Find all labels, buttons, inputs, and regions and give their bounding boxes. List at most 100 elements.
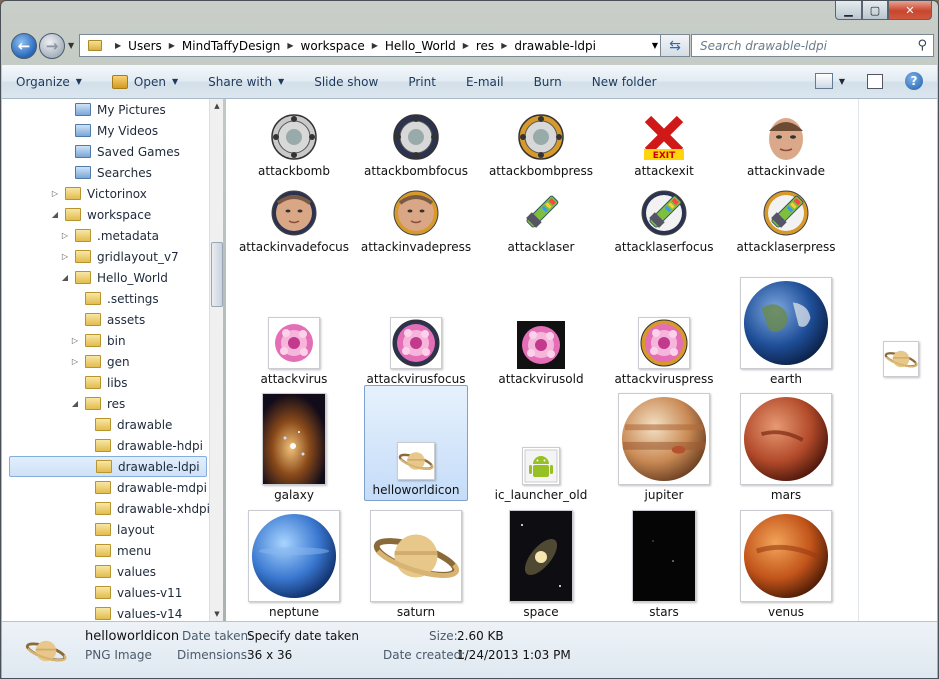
tree-item[interactable]: drawable-hdpi <box>80 435 203 456</box>
view-options-icon[interactable] <box>814 73 833 89</box>
tree-item[interactable]: My Videos <box>60 120 158 141</box>
date-taken-value[interactable]: Specify date taken <box>247 629 359 643</box>
recent-pages-dropdown[interactable]: ▼ <box>68 41 74 50</box>
collapsed-arrow-icon[interactable]: ▷ <box>50 189 60 198</box>
tree-item[interactable]: ▷ Victorinox <box>50 183 147 204</box>
date-created-label: Date created: <box>383 648 466 662</box>
tree-item[interactable]: drawable-mdpi <box>80 477 207 498</box>
breadcrumb-user[interactable]: MindTaffyDesign ▶ <box>182 39 301 53</box>
address-bar[interactable]: ▶ Users ▶ MindTaffyDesign ▶ workspace ▶ Hel… <box>79 34 665 57</box>
file-item[interactable]: attackvirus <box>244 273 344 386</box>
tree-item[interactable]: layout <box>80 519 154 540</box>
command-bar: Organize ▼ Open ▼ Share with ▼ Slide show P… <box>2 65 937 99</box>
tree-item[interactable]: drawable-xhdpi <box>80 498 209 519</box>
collapsed-arrow-icon[interactable]: ▷ <box>60 231 70 240</box>
tree-item[interactable]: ▷ bin <box>70 330 126 351</box>
file-item[interactable]: earth <box>736 273 836 386</box>
open-menu[interactable]: Open ▼ <box>111 74 178 89</box>
breadcrumb-sep-root[interactable]: ▶ <box>108 41 128 50</box>
file-item[interactable]: attackinvadepress <box>361 181 471 254</box>
scroll-up-icon[interactable]: ▲ <box>210 99 224 113</box>
search-icon[interactable]: ⚲ <box>917 38 927 53</box>
file-item[interactable]: attackinvadefocus <box>239 181 349 254</box>
file-item[interactable]: ic_launcher_old <box>491 389 591 502</box>
breadcrumb-drawable-ldpi[interactable]: drawable-ldpi <box>514 39 596 53</box>
maximize-button[interactable]: ▢ <box>862 1 888 20</box>
email-button[interactable]: E-mail <box>466 75 504 89</box>
scroll-down-icon[interactable]: ▼ <box>210 607 224 621</box>
expanded-arrow-icon[interactable]: ◢ <box>60 273 70 282</box>
tree-item[interactable]: Searches <box>60 162 152 183</box>
collapsed-arrow-icon[interactable]: ▷ <box>70 357 80 366</box>
tree-item[interactable]: ◢ workspace <box>50 204 151 225</box>
view-options-dropdown[interactable]: ▼ <box>839 77 845 86</box>
file-item[interactable]: jupiter <box>614 389 714 502</box>
breadcrumb-res[interactable]: res ▶ <box>476 39 514 53</box>
expanded-arrow-icon[interactable]: ◢ <box>70 399 80 408</box>
file-item[interactable]: attackbomb <box>244 105 344 178</box>
organize-menu[interactable]: Organize ▼ <box>16 75 82 89</box>
chevron-down-icon[interactable]: ▼ <box>652 41 658 50</box>
tree-item[interactable]: ◢ Hello_World <box>60 267 168 288</box>
file-item[interactable]: saturn <box>366 506 466 619</box>
file-thumbnail <box>392 181 440 237</box>
file-item[interactable]: mars <box>736 389 836 502</box>
file-item[interactable]: helloworldicon <box>364 385 468 501</box>
tree-item[interactable]: .settings <box>70 288 159 309</box>
file-item[interactable]: EXIT attackexit <box>614 105 714 178</box>
breadcrumb-hello-world[interactable]: Hello_World ▶ <box>385 39 476 53</box>
expanded-arrow-icon[interactable]: ◢ <box>50 210 60 219</box>
back-button[interactable]: ← <box>11 33 37 59</box>
print-button[interactable]: Print <box>408 75 436 89</box>
tree-item[interactable]: ◢ res <box>70 393 125 414</box>
help-icon[interactable]: ? <box>905 72 923 90</box>
file-item[interactable]: attackbombpress <box>489 105 593 178</box>
tree-item[interactable]: values-v14 <box>80 603 182 621</box>
minimize-button[interactable]: ▁ <box>835 1 862 20</box>
navigation-scrollbar[interactable]: ▲ ▼ <box>209 99 223 621</box>
file-item[interactable]: neptune <box>244 506 344 619</box>
tree-item[interactable]: ▷ gen <box>70 351 130 372</box>
tree-item[interactable]: My Pictures <box>60 99 166 120</box>
share-with-menu[interactable]: Share with ▼ <box>208 75 284 89</box>
tree-item[interactable]: values-v11 <box>80 582 182 603</box>
tree-item[interactable]: drawable-ldpi <box>9 456 207 477</box>
refresh-button[interactable]: ⇆ <box>660 34 690 57</box>
file-item[interactable]: attacklaserpress <box>736 181 836 254</box>
file-item[interactable]: space <box>491 506 591 619</box>
breadcrumb-workspace[interactable]: workspace ▶ <box>301 39 385 53</box>
collapsed-arrow-icon[interactable]: ▷ <box>60 252 70 261</box>
forward-button[interactable]: → <box>39 33 65 59</box>
folder-icon <box>85 313 101 326</box>
file-item[interactable]: attacklaserfocus <box>614 181 714 254</box>
tree-item[interactable]: menu <box>80 540 151 561</box>
slide-show-button[interactable]: Slide show <box>314 75 378 89</box>
file-item[interactable]: attackbombfocus <box>364 105 468 178</box>
close-button[interactable]: ✕ <box>888 1 932 20</box>
file-item[interactable]: attackvirusold <box>491 273 591 386</box>
new-folder-button[interactable]: New folder <box>592 75 657 89</box>
tree-item[interactable]: ▷ .metadata <box>60 225 159 246</box>
file-thumbnail <box>390 273 442 369</box>
tree-item[interactable]: values <box>80 561 156 582</box>
file-thumbnail <box>270 105 318 161</box>
file-item[interactable]: attackviruspress <box>614 273 714 386</box>
tree-item[interactable]: drawable <box>80 414 172 435</box>
scrollbar-thumb[interactable] <box>211 242 223 307</box>
file-item[interactable]: stars <box>614 506 714 619</box>
burn-button[interactable]: Burn <box>534 75 562 89</box>
file-item[interactable]: attackinvade <box>736 105 836 178</box>
file-item[interactable]: venus <box>736 506 836 619</box>
file-item[interactable]: attackvirusfocus <box>366 273 466 386</box>
file-name-label: stars <box>649 605 679 619</box>
breadcrumb-users[interactable]: Users ▶ <box>128 39 182 53</box>
file-item[interactable]: galaxy <box>244 389 344 502</box>
preview-pane-icon[interactable] <box>867 73 883 89</box>
file-item[interactable]: attacklaser <box>491 181 591 254</box>
tree-item[interactable]: Saved Games <box>60 141 180 162</box>
tree-item[interactable]: assets <box>70 309 145 330</box>
search-input[interactable]: Search drawable-ldpi ⚲ <box>691 34 934 57</box>
tree-item[interactable]: ▷ gridlayout_v7 <box>60 246 179 267</box>
collapsed-arrow-icon[interactable]: ▷ <box>70 336 80 345</box>
tree-item[interactable]: libs <box>70 372 128 393</box>
